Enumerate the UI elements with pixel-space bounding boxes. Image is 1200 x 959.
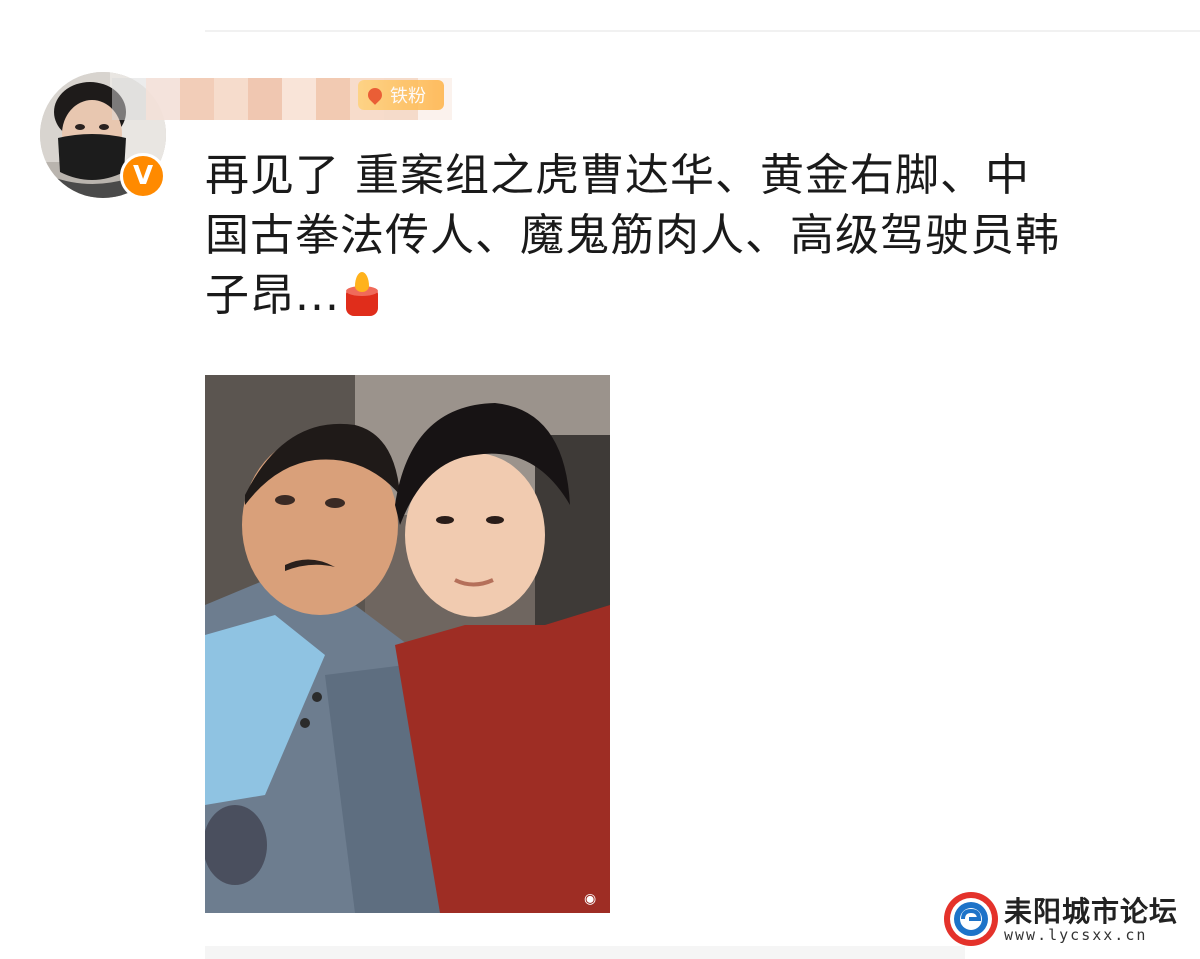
post-text-line: 再见了 重案组之虎曹达华、黄金右脚、中 — [205, 150, 1030, 201]
weibo-watermark-icon: ◉ — [584, 891, 597, 907]
divider — [205, 30, 1200, 32]
fan-badge-label: 铁粉 — [390, 86, 426, 107]
post-footer-bar — [205, 946, 965, 959]
post-text-line: 子昂... — [205, 270, 340, 321]
verified-badge-icon: V — [120, 153, 166, 199]
post-photo[interactable]: ◉ — [205, 375, 610, 913]
weibo-post-screenshot: V 铁粉 再见了 重案组之虎曹达华、黄金右脚、中 国古拳法传人、魔鬼筋肉人、高级… — [0, 0, 1200, 959]
forum-logo-icon — [944, 892, 998, 946]
forum-site-name: 耒阳城市论坛 — [1004, 895, 1179, 928]
fan-badge: 铁粉 — [358, 80, 444, 110]
fan-badge-icon — [365, 85, 385, 105]
post-text-line-last: 子昂... — [205, 266, 1165, 326]
forum-site-url: www.lycsxx.cn — [1004, 926, 1148, 944]
candle-icon — [344, 272, 380, 316]
post-text-line: 国古拳法传人、魔鬼筋肉人、高级驾驶员韩 — [205, 210, 1060, 261]
post-text: 再见了 重案组之虎曹达华、黄金右脚、中 国古拳法传人、魔鬼筋肉人、高级驾驶员韩 … — [205, 146, 1165, 326]
forum-watermark: 耒阳城市论坛 www.lycsxx.cn — [942, 888, 1200, 950]
